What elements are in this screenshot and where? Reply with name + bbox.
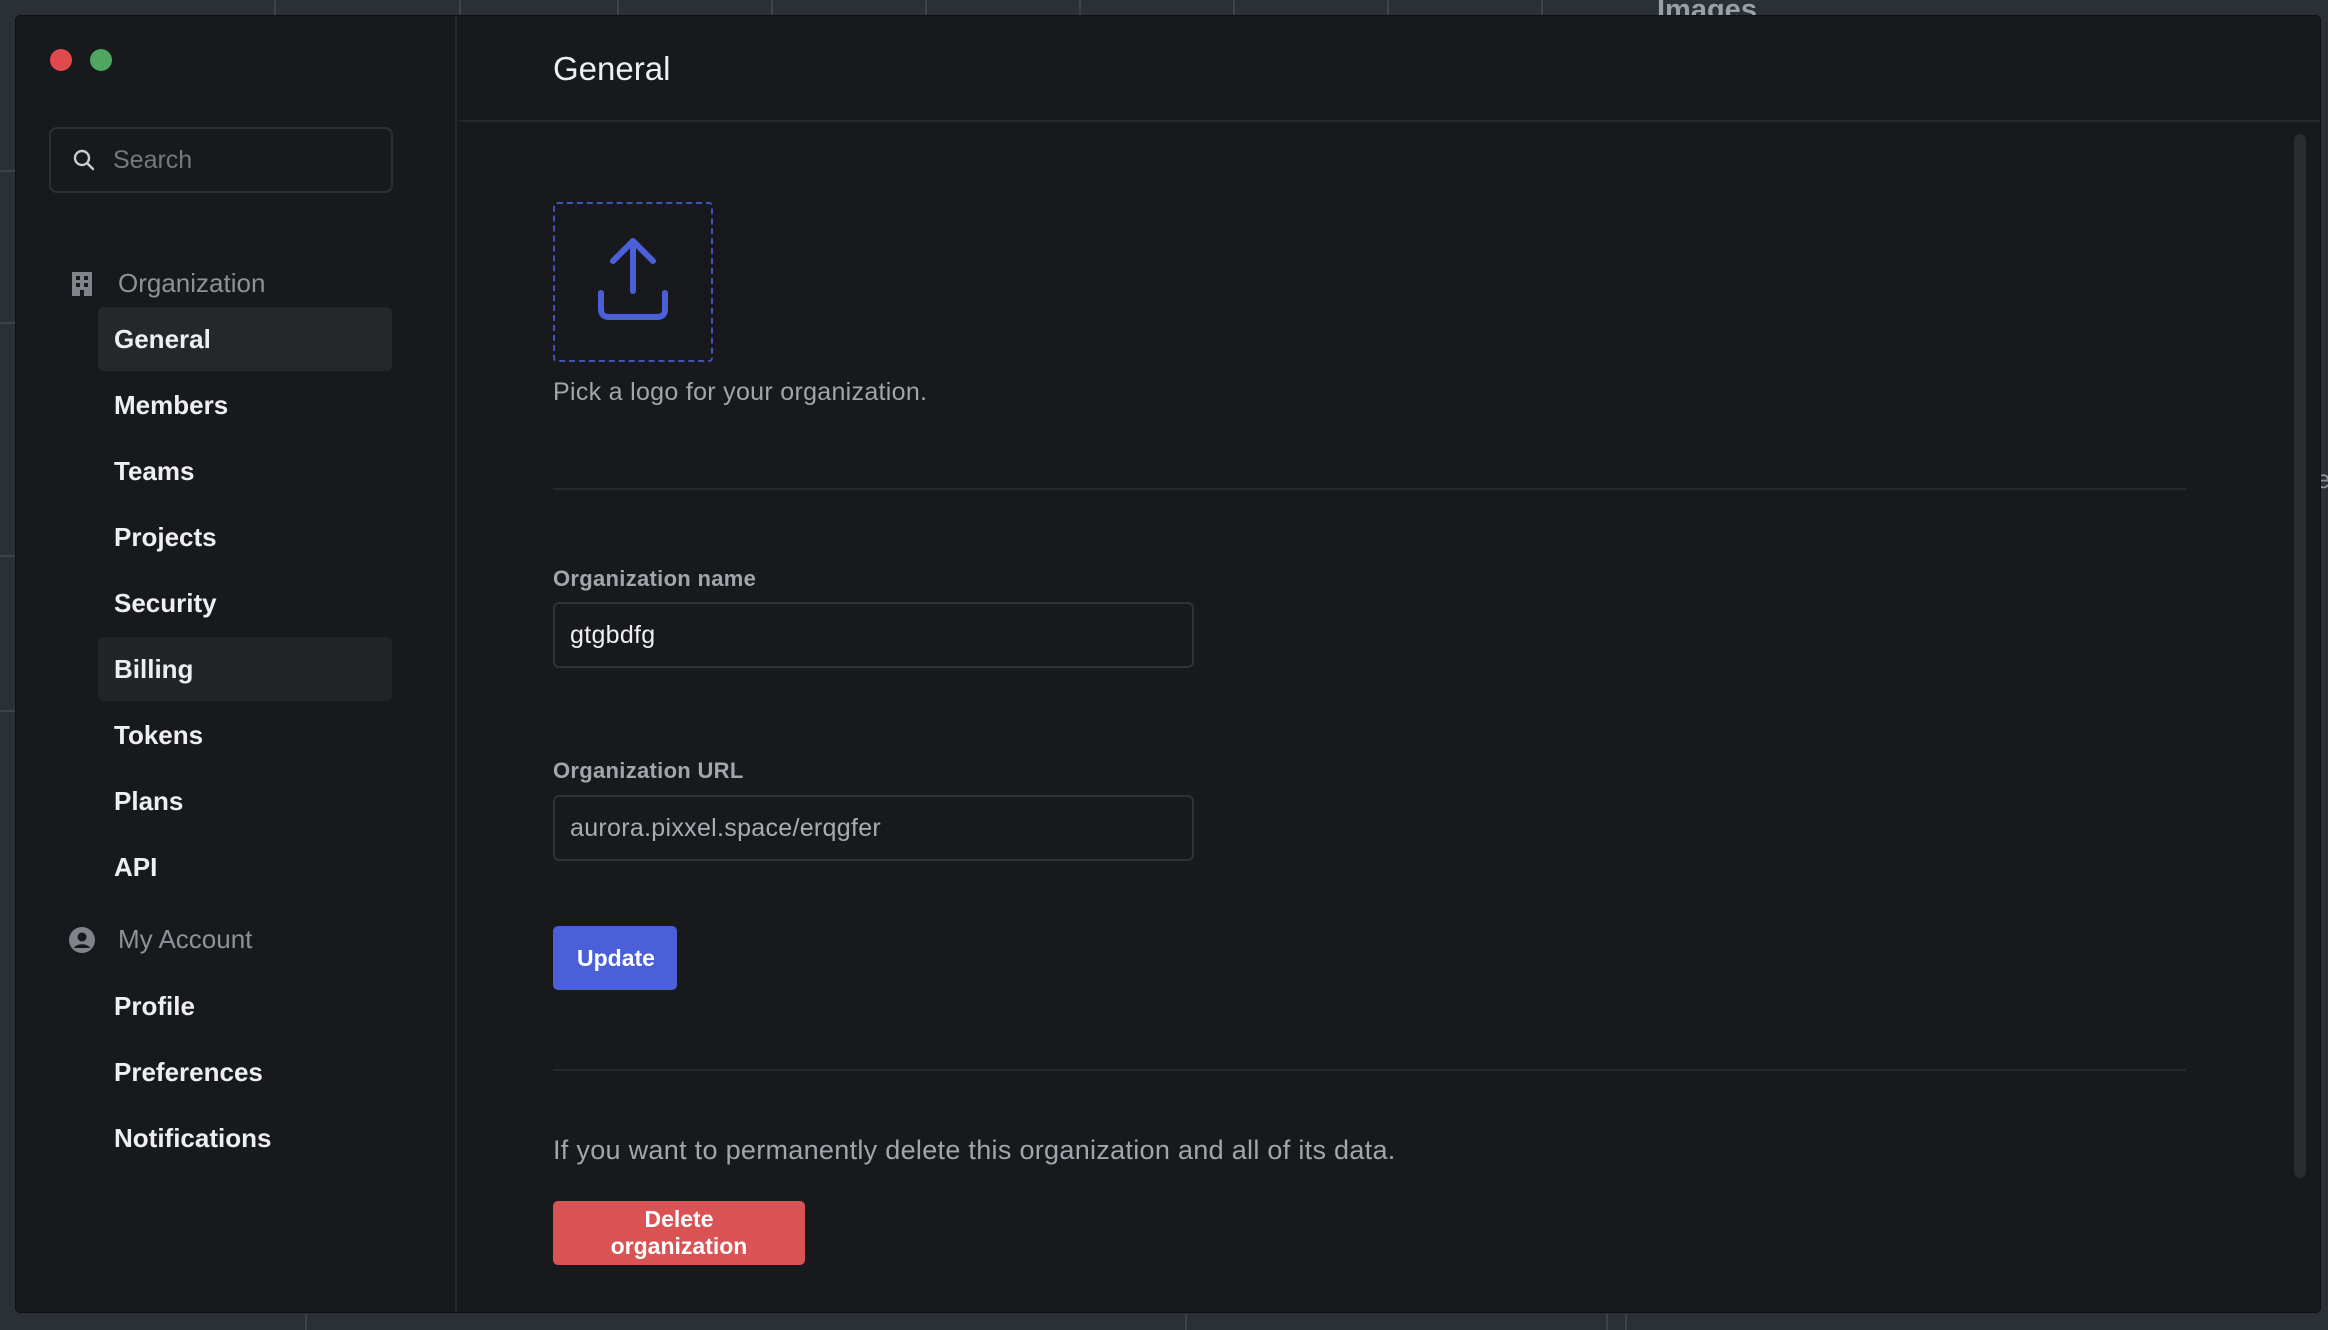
sidebar-item-members[interactable]: Members [98, 373, 392, 437]
background-gridline [1387, 0, 1389, 16]
sidebar-item-label: Profile [114, 990, 195, 1021]
background-gridline [1606, 1314, 1608, 1330]
org-name-label: Organization name [553, 566, 757, 591]
user-circle-icon [68, 926, 96, 954]
scrollbar[interactable] [2294, 134, 2306, 1178]
sidebar-item-profile[interactable]: Profile [98, 974, 392, 1038]
page-header: General [459, 16, 2320, 122]
org-url-input[interactable] [570, 813, 1170, 843]
sidebar-item-label: Notifications [114, 1122, 272, 1153]
org-name-field[interactable] [553, 602, 1194, 668]
logo-hint-text: Pick a logo for your organization. [553, 378, 928, 406]
delete-warning-text: If you want to permanently delete this o… [553, 1135, 1396, 1165]
update-button[interactable]: Update [553, 926, 677, 990]
background-gridline [305, 1314, 307, 1330]
settings-modal: Organization General Members Teams Proje… [16, 16, 2320, 1312]
page-title: General [553, 50, 671, 87]
section-my-account: My Account [68, 924, 252, 955]
background-gridline [0, 555, 16, 557]
background-gridline [0, 322, 16, 324]
sidebar-item-label: Tokens [114, 719, 204, 750]
sidebar-item-preferences[interactable]: Preferences [98, 1040, 392, 1104]
sidebar-item-api[interactable]: API [98, 835, 392, 899]
sidebar-item-security[interactable]: Security [98, 571, 392, 635]
sidebar-item-label: Teams [114, 455, 195, 486]
section-organization-label: Organization [118, 268, 266, 298]
sidebar-item-label: Billing [114, 653, 194, 684]
section-divider [553, 488, 2186, 490]
sidebar-item-label: Security [114, 587, 217, 618]
sidebar-item-tokens[interactable]: Tokens [98, 703, 392, 767]
upload-icon [593, 235, 673, 330]
background-gridline [771, 0, 773, 16]
delete-organization-button[interactable]: Delete organization [553, 1201, 805, 1265]
background-gridline [925, 0, 927, 16]
background-gridline [1233, 0, 1235, 16]
section-divider [553, 1069, 2186, 1071]
settings-sidebar: Organization General Members Teams Proje… [16, 16, 457, 1312]
background-gridline [459, 0, 461, 16]
sidebar-item-label: API [114, 851, 158, 882]
sidebar-item-label: Plans [114, 785, 184, 816]
search-input[interactable] [113, 145, 363, 175]
sidebar-item-label: Members [114, 389, 229, 420]
sidebar-item-teams[interactable]: Teams [98, 439, 392, 503]
logo-upload-dropzone[interactable] [553, 202, 713, 362]
sidebar-item-plans[interactable]: Plans [98, 769, 392, 833]
background-gridline [0, 710, 16, 712]
background-gridline [617, 0, 619, 16]
sidebar-item-notifications[interactable]: Notifications [98, 1106, 392, 1170]
sidebar-item-projects[interactable]: Projects [98, 505, 392, 569]
maximize-window-button[interactable] [90, 49, 112, 71]
background-gridline [274, 0, 276, 16]
sidebar-item-general[interactable]: General [98, 307, 392, 371]
background-gridline [0, 170, 16, 172]
search-box[interactable] [49, 127, 393, 193]
background-gridline [1079, 0, 1081, 16]
settings-main: General Pick a logo for your organizatio… [459, 16, 2320, 1312]
sidebar-item-label: Preferences [114, 1056, 263, 1087]
sidebar-item-label: Projects [114, 521, 217, 552]
sidebar-item-billing[interactable]: Billing [98, 637, 392, 701]
background-gridline [1541, 0, 1543, 16]
building-icon [68, 270, 96, 298]
section-organization: Organization [68, 268, 265, 299]
section-my-account-label: My Account [118, 924, 253, 954]
background-gridline [1625, 1314, 1627, 1330]
background-gridline [1185, 1314, 1187, 1330]
org-name-input[interactable] [570, 620, 1170, 650]
org-url-field[interactable] [553, 795, 1194, 861]
close-window-button[interactable] [50, 49, 72, 71]
sidebar-item-label: General [114, 323, 211, 354]
search-icon [71, 147, 97, 173]
org-url-label: Organization URL [553, 758, 744, 783]
